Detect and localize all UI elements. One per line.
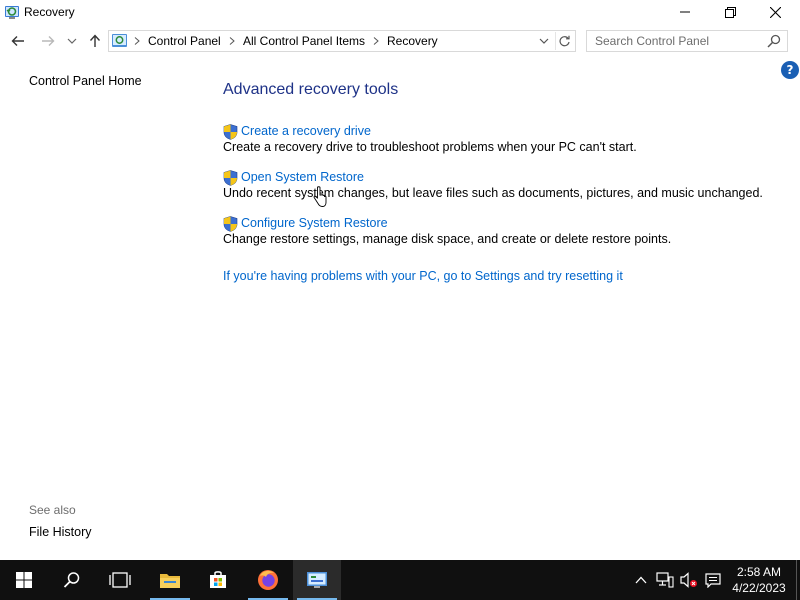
forward-arrow-icon [42,36,55,46]
configure-system-restore-link[interactable]: Configure System Restore [241,216,388,230]
open-system-restore-link[interactable]: Open System Restore [241,170,364,184]
uac-shield-icon [223,170,238,186]
network-icon [656,572,674,588]
control-panel-home-link[interactable]: Control Panel Home [29,74,142,88]
uac-shield-icon [223,216,238,232]
chevron-right-icon [134,37,140,45]
refresh-icon [559,35,570,46]
chevron-up-icon [635,576,647,584]
address-bar[interactable]: Control Panel All Control Panel Items Re… [108,30,576,52]
minimize-button[interactable] [662,0,708,24]
taskbar-search-button[interactable] [48,560,96,600]
refresh-button[interactable] [555,32,573,50]
windows-start-icon [16,572,32,588]
clock-time: 2:58 AM [736,565,782,579]
control-panel-taskbar-button[interactable] [293,560,341,600]
control-panel-icon [112,34,127,47]
up-button[interactable] [85,31,105,51]
recovery-icon [5,6,19,19]
maximize-button[interactable] [707,0,753,24]
breadcrumb-all-items[interactable]: All Control Panel Items [243,34,365,48]
up-arrow-icon [89,34,101,47]
store-icon [210,571,226,588]
taskbar: 2:58 AM 4/22/2023 [0,560,800,600]
title-bar: Recovery [0,0,800,24]
firefox-button[interactable] [244,560,292,600]
reset-pc-settings-link[interactable]: If you're having problems with your PC, … [223,269,623,283]
search-box [586,30,788,52]
uac-shield-icon [223,124,238,140]
taskbar-clock[interactable]: 2:58 AM 4/22/2023 [726,564,792,596]
file-explorer-button[interactable] [146,560,194,600]
page-title: Advanced recovery tools [223,81,399,98]
clock-date: 4/22/2023 [732,581,786,595]
address-history-dropdown[interactable] [537,34,551,48]
volume-button[interactable] [678,560,700,600]
task-view-button[interactable] [96,560,144,600]
search-input[interactable] [587,31,763,51]
window-title: Recovery [24,5,75,19]
task-view-icon [109,572,131,588]
create-recovery-drive-description: Create a recovery drive to troubleshoot … [223,140,637,154]
recent-locations-button[interactable] [62,31,82,51]
mouse-cursor-icon [313,186,327,207]
file-explorer-icon [160,574,180,588]
show-desktop-button[interactable] [796,560,800,600]
see-also-label: See also [29,503,76,517]
network-button[interactable] [654,560,676,600]
chevron-down-icon [67,38,77,44]
close-icon [769,6,781,18]
restore-icon [724,6,736,18]
minimize-icon [680,11,690,13]
search-icon [63,572,80,588]
close-button[interactable] [752,0,798,24]
volume-muted-icon [680,572,697,588]
help-icon[interactable]: ? [781,61,799,79]
breadcrumb-control-panel[interactable]: Control Panel [148,34,221,48]
action-center-icon [705,572,721,588]
action-center-button[interactable] [702,560,724,600]
file-history-link[interactable]: File History [29,525,92,539]
show-hidden-icons-button[interactable] [630,560,652,600]
back-arrow-icon [11,36,24,46]
chevron-right-icon [229,37,235,45]
firefox-icon [258,570,278,590]
open-system-restore-description: Undo recent system changes, but leave fi… [223,186,763,200]
search-icon[interactable] [767,34,781,48]
control-panel-icon [307,572,327,588]
create-recovery-drive-link[interactable]: Create a recovery drive [241,124,371,138]
start-button[interactable] [0,560,48,600]
chevron-right-icon [373,37,379,45]
store-button[interactable] [194,560,242,600]
forward-button[interactable] [38,31,58,51]
navigation-bar: Control Panel All Control Panel Items Re… [0,28,800,54]
configure-system-restore-description: Change restore settings, manage disk spa… [223,232,672,246]
breadcrumb-recovery[interactable]: Recovery [387,34,438,48]
back-button[interactable] [8,31,28,51]
